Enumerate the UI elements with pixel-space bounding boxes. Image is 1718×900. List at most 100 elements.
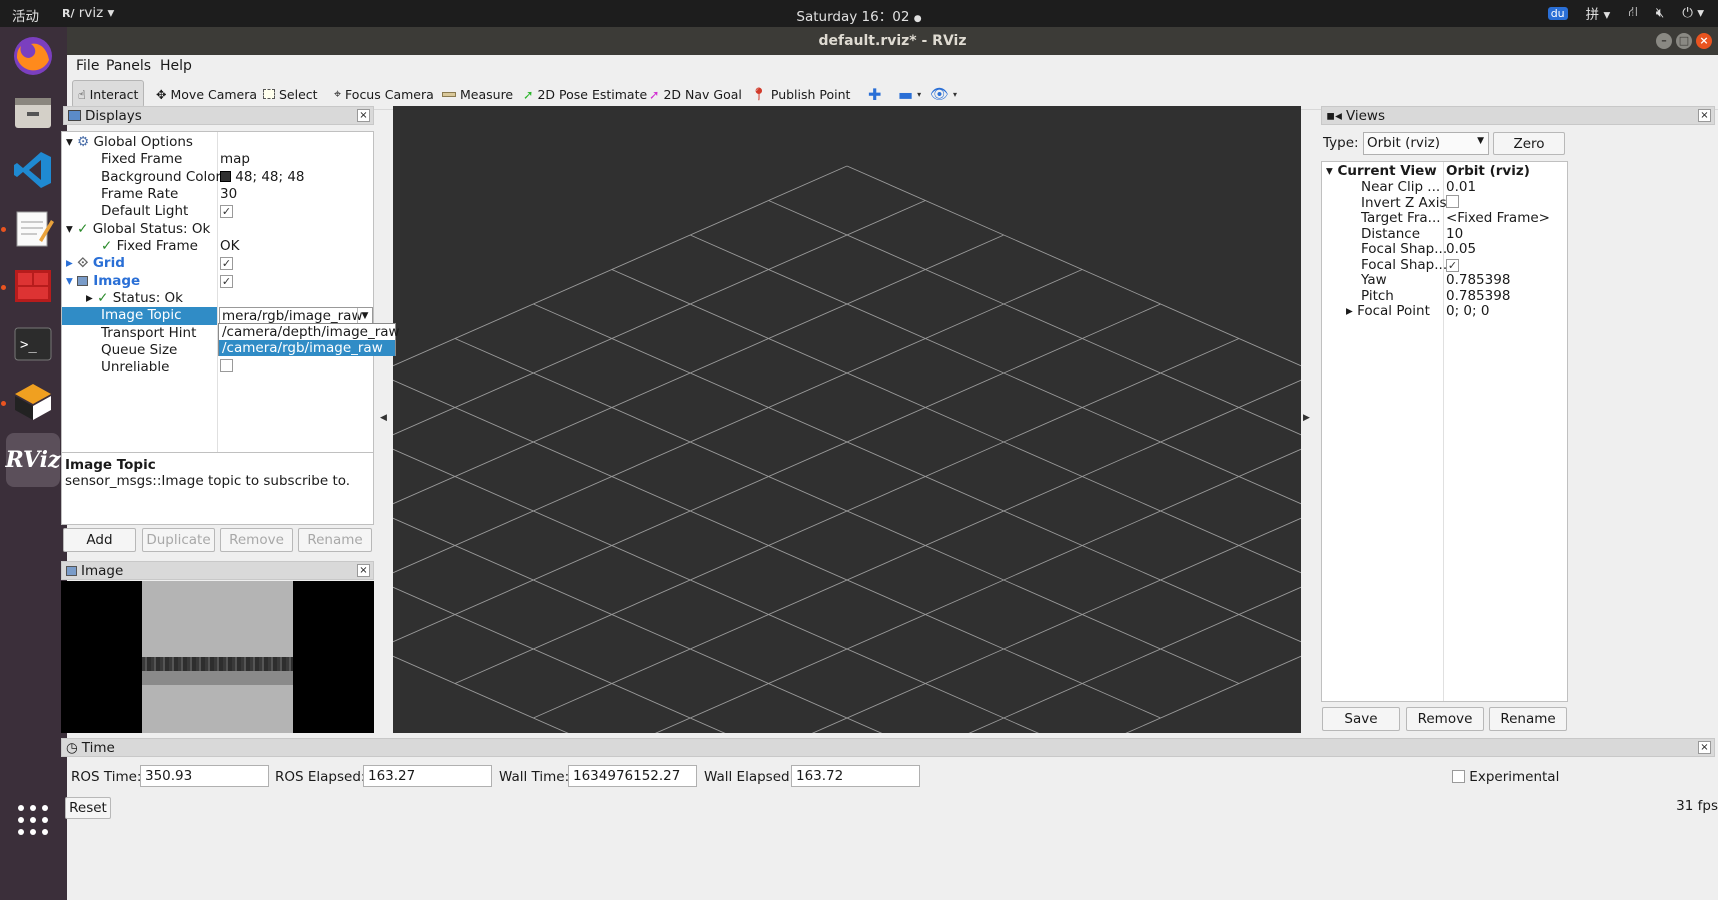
- network-icon[interactable]: ⛙: [1628, 4, 1638, 22]
- power-icon[interactable]: ⏻ ▾: [1682, 5, 1704, 21]
- rviz-dock-icon[interactable]: RViz: [5, 433, 61, 487]
- displays-title: Displays: [85, 107, 142, 124]
- experimental-option[interactable]: Experimental: [1452, 769, 1559, 785]
- collapse-left-icon[interactable]: ◀: [380, 413, 387, 423]
- show-applications-icon[interactable]: [6, 793, 60, 847]
- view-prop-value[interactable]: 0; 0; 0: [1446, 303, 1489, 321]
- nav-goal-tool[interactable]: ➚ 2D Nav Goal: [644, 80, 747, 108]
- grid-render: [393, 165, 1301, 733]
- fixed-frame-label: Fixed Frame: [101, 151, 183, 167]
- default-light-checkbox[interactable]: ✓: [220, 203, 233, 221]
- menu-panels[interactable]: Panels: [106, 58, 151, 74]
- close-time-icon[interactable]: ×: [1698, 741, 1711, 754]
- focus-camera-tool[interactable]: ⌖ Focus Camera: [329, 80, 439, 108]
- status-label: Status: Ok: [112, 290, 183, 306]
- close-views-icon[interactable]: ×: [1698, 109, 1711, 122]
- eye-icon[interactable]: 👁︎ ▾: [925, 80, 962, 108]
- rename-button[interactable]: Rename: [298, 528, 372, 552]
- time-title: Time: [81, 739, 115, 756]
- move-icon: ✥: [156, 86, 167, 102]
- activities-button[interactable]: 活动: [12, 5, 39, 25]
- add-tool-icon[interactable]: ✚: [863, 80, 886, 108]
- 3d-viewport[interactable]: [393, 106, 1301, 733]
- wall-elapsed-field[interactable]: 163.72: [791, 765, 920, 787]
- vscode-icon[interactable]: [6, 143, 60, 197]
- global-status-row[interactable]: ▾ ✓ Global Status: Ok: [66, 221, 210, 239]
- app-menu-label: rviz: [78, 5, 104, 21]
- remove-tool-icon[interactable]: ▬ ▾: [893, 80, 926, 108]
- image-panel-header: Image ×: [61, 561, 374, 580]
- files-icon[interactable]: [6, 85, 60, 139]
- unreliable-checkbox[interactable]: [220, 359, 233, 377]
- menu-bar: File Panels Help: [67, 55, 1718, 77]
- experimental-checkbox[interactable]: [1452, 770, 1465, 783]
- clock-icon: ◷: [66, 739, 78, 756]
- fixed-frame-value[interactable]: map: [220, 151, 250, 169]
- minimize-icon[interactable]: –: [1656, 33, 1672, 49]
- maximize-icon[interactable]: □: [1676, 33, 1692, 49]
- green-arrow-icon: ➚: [523, 86, 534, 102]
- default-light-label: Default Light: [101, 203, 189, 219]
- reset-button[interactable]: Reset: [65, 797, 111, 819]
- duplicate-button[interactable]: Duplicate: [142, 528, 215, 552]
- zero-button[interactable]: Zero: [1493, 132, 1565, 155]
- publish-point-tool[interactable]: 📍︎ Publish Point: [746, 80, 855, 108]
- terminator-icon[interactable]: [6, 259, 60, 313]
- clock[interactable]: Saturday 16：02: [796, 9, 909, 25]
- window-controls: – □ ×: [1656, 33, 1712, 49]
- remove-button[interactable]: Remove: [220, 528, 293, 552]
- text-editor-icon[interactable]: [6, 201, 60, 255]
- background-color-value[interactable]: 48; 48; 48: [220, 169, 305, 187]
- close-displays-icon[interactable]: ×: [357, 109, 370, 122]
- close-window-icon[interactable]: ×: [1696, 33, 1712, 49]
- collapse-right-icon[interactable]: ▶: [1303, 413, 1310, 423]
- time-header: ◷ Time ×: [61, 738, 1715, 757]
- measure-tool[interactable]: Measure: [437, 80, 518, 108]
- firefox-icon[interactable]: [6, 29, 60, 83]
- svg-text:>_: >_: [20, 337, 37, 353]
- nav-goal-label: 2D Nav Goal: [663, 86, 742, 102]
- gazebo-icon[interactable]: [6, 375, 60, 429]
- grid-icon: ⟐: [77, 255, 89, 271]
- grid-line: [393, 200, 926, 436]
- dropdown-option-rgb[interactable]: /camera/rgb/image_raw: [219, 340, 395, 356]
- volume-icon[interactable]: 🔇︎: [1656, 5, 1665, 21]
- interact-tool[interactable]: ☝ Interact: [72, 80, 145, 108]
- grid-line: [393, 379, 1161, 719]
- rviz-small-icon: R/: [62, 7, 75, 20]
- image-checkbox[interactable]: ✓: [220, 273, 233, 291]
- wall-time-field[interactable]: 1634976152.27: [568, 765, 697, 787]
- add-button[interactable]: Add: [63, 528, 136, 552]
- focus-camera-label: Focus Camera: [345, 86, 434, 102]
- baidu-input-icon[interactable]: du: [1547, 6, 1568, 20]
- rename-view-button[interactable]: Rename: [1489, 707, 1567, 731]
- grid-line: [968, 586, 1301, 733]
- status-row[interactable]: ▸ ✓ Status: Ok: [86, 290, 183, 308]
- ros-elapsed-field[interactable]: 163.27: [363, 765, 492, 787]
- input-method-icon[interactable]: 拼 ▾: [1586, 3, 1611, 23]
- grid-checkbox[interactable]: ✓: [220, 255, 233, 273]
- image-topic-label[interactable]: Image Topic: [62, 307, 217, 325]
- check-icon: ✓: [77, 221, 89, 237]
- terminal-icon[interactable]: >_: [6, 317, 60, 371]
- hand-icon: ☝: [78, 86, 86, 102]
- dropdown-option-depth[interactable]: /camera/depth/image_raw: [219, 324, 400, 340]
- ros-time-field[interactable]: 350.93: [140, 765, 269, 787]
- grid-row[interactable]: ▸ ⟐ Grid: [66, 255, 125, 273]
- frame-rate-value[interactable]: 30: [220, 186, 237, 204]
- app-menu[interactable]: R/ rviz ▾: [62, 5, 114, 21]
- unreliable-label: Unreliable: [101, 359, 170, 375]
- save-view-button[interactable]: Save: [1322, 707, 1400, 731]
- remove-view-button[interactable]: Remove: [1406, 707, 1484, 731]
- menu-help[interactable]: Help: [160, 58, 192, 74]
- menu-file[interactable]: File: [76, 58, 99, 74]
- image-row[interactable]: ▾ Image: [66, 273, 140, 291]
- move-camera-tool[interactable]: ✥ Move Camera: [151, 80, 262, 108]
- global-options-row[interactable]: ▾ ⚙ Global Options: [66, 134, 193, 152]
- pose-estimate-tool[interactable]: ➚ 2D Pose Estimate: [518, 80, 652, 108]
- select-tool[interactable]: Select: [258, 80, 323, 108]
- close-image-panel-icon[interactable]: ×: [357, 564, 370, 577]
- view-type-select[interactable]: Orbit (rviz) ▼: [1363, 132, 1489, 155]
- grid-line: [393, 655, 569, 733]
- magenta-arrow-icon: ➚: [649, 86, 660, 102]
